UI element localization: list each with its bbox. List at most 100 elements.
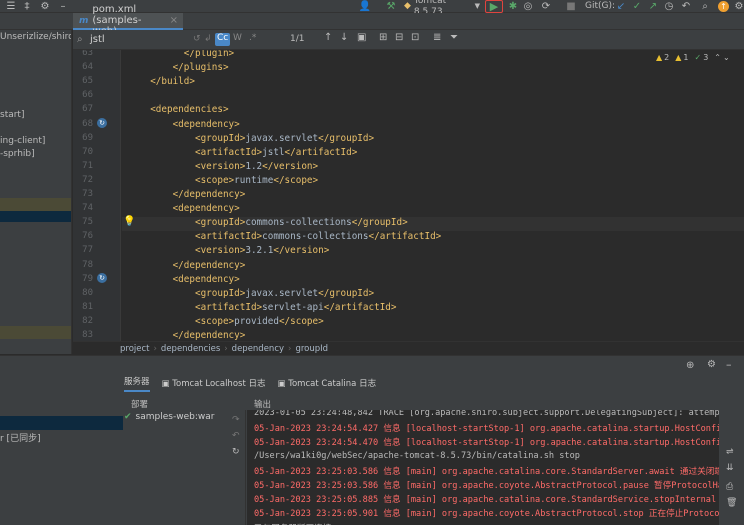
list-item[interactable]: start] bbox=[0, 110, 24, 120]
lightbulb-icon[interactable]: 💡 bbox=[123, 216, 135, 227]
breadcrumb-item[interactable]: dependency bbox=[232, 344, 284, 354]
select-all-icon[interactable]: ▣ bbox=[357, 32, 366, 43]
line-number: 79 bbox=[82, 273, 93, 284]
code-line[interactable]: </plugin> bbox=[139, 50, 234, 59]
user-icon[interactable]: 👤 bbox=[358, 1, 372, 12]
code-line[interactable]: <scope>provided</scope> bbox=[139, 316, 324, 327]
undeploy-icon[interactable]: ↶ bbox=[232, 431, 240, 441]
maven-gutter-icon[interactable]: ↻ bbox=[97, 118, 107, 128]
tab-pom-xml[interactable]: m pom.xml (samples-web) × bbox=[73, 4, 183, 37]
code-line[interactable]: <artifactId>commons-collections</artifac… bbox=[139, 231, 441, 242]
tab-tomcat-localhost[interactable]: ▣ Tomcat Localhost 日志 bbox=[162, 377, 266, 389]
add-occurrence-icon[interactable]: ⊞ bbox=[379, 32, 387, 43]
code-line[interactable]: <groupId>javax.servlet</groupId> bbox=[139, 133, 374, 144]
rollback-icon[interactable]: ↶ bbox=[681, 1, 691, 12]
filter-icon[interactable]: ⏷ bbox=[450, 32, 458, 43]
log-icon: ▣ bbox=[161, 379, 173, 389]
debug-icon[interactable]: ✱ bbox=[508, 1, 518, 12]
print-icon[interactable]: ⎙ bbox=[726, 482, 733, 492]
clear-icon[interactable]: ↲ bbox=[204, 34, 212, 44]
coverage-icon[interactable]: ◎ bbox=[523, 1, 533, 12]
list-item[interactable]: ing-client] bbox=[0, 136, 45, 146]
wrap-icon[interactable]: ⇌ bbox=[726, 447, 734, 457]
history-icon[interactable]: ◷ bbox=[664, 1, 674, 12]
weak-warning-count: 1 bbox=[683, 53, 689, 62]
code-line[interactable]: <groupId>commons-collections</groupId> bbox=[139, 217, 408, 228]
search-icon: ⌕ bbox=[77, 34, 83, 45]
settings-icon[interactable]: ⚙ bbox=[734, 1, 744, 12]
code-line[interactable]: <scope>runtime</scope> bbox=[139, 175, 318, 186]
search-icon[interactable]: ⌕ bbox=[700, 1, 710, 12]
code-line[interactable]: <version>3.2.1</version> bbox=[139, 245, 329, 256]
code-line[interactable]: <artifactId>jstl</artifactId> bbox=[139, 147, 357, 158]
git-commit-icon[interactable]: ✓ bbox=[632, 1, 642, 12]
minimize-icon[interactable]: – bbox=[726, 358, 732, 371]
profile-icon[interactable]: ⟳ bbox=[539, 1, 553, 12]
project-path: Unserizlize/shiro bbox=[0, 32, 72, 42]
code-line[interactable]: <version>1.2</version> bbox=[139, 161, 318, 172]
up-icon: ⌃ bbox=[714, 53, 721, 62]
stop-icon[interactable]: ■ bbox=[566, 1, 576, 12]
code-editor[interactable]: 63 </plugin> 64 </plugins> 65 </build> 66 67… bbox=[73, 50, 744, 341]
tab-tomcat-catalina[interactable]: ▣ Tomcat Catalina 日志 bbox=[277, 377, 376, 389]
refresh-icon[interactable]: ↻ bbox=[232, 447, 240, 457]
code-line[interactable]: </plugins> bbox=[139, 62, 229, 73]
run-config-selector[interactable]: ◆ Tomcat 8.5.73 ▼ bbox=[404, 0, 480, 17]
selected-row[interactable] bbox=[0, 416, 123, 430]
scroll-to-end-icon[interactable]: ⇊ bbox=[726, 463, 734, 473]
hide-icon[interactable]: – bbox=[58, 1, 68, 12]
search-input[interactable]: jstl bbox=[90, 34, 105, 45]
code-line[interactable]: </dependency> bbox=[139, 189, 246, 200]
remove-occurrence-icon[interactable]: ⊟ bbox=[395, 32, 403, 43]
run-button[interactable]: ▶ bbox=[485, 0, 503, 13]
gear-icon[interactable]: ⚙ bbox=[707, 359, 716, 370]
code-line[interactable]: </dependency> bbox=[139, 260, 246, 271]
git-update-icon[interactable]: ↙ bbox=[616, 1, 626, 12]
previous-match-icon[interactable]: ↑ bbox=[324, 32, 332, 43]
history-icon[interactable]: ↺ bbox=[193, 34, 201, 44]
select-occurrences-icon[interactable]: ⊡ bbox=[411, 32, 419, 43]
list-item[interactable]: ✔ samples-web:war bbox=[124, 412, 214, 422]
weak-warning-icon: ▲ bbox=[675, 53, 682, 62]
gear-icon[interactable]: ⚙ bbox=[40, 1, 50, 12]
code-line[interactable]: <dependency> bbox=[139, 119, 240, 130]
code-line[interactable]: </build> bbox=[139, 76, 195, 87]
code-line[interactable]: <dependencies> bbox=[139, 104, 228, 115]
code-line[interactable]: <artifactId>servlet-api</artifactId> bbox=[139, 302, 397, 313]
breadcrumb-item[interactable]: dependencies bbox=[161, 344, 220, 354]
close-icon[interactable]: × bbox=[170, 15, 178, 26]
line-number: 68 bbox=[82, 118, 93, 129]
update-icon[interactable]: ↑ bbox=[718, 1, 729, 12]
hammer-icon[interactable]: ⚒ bbox=[385, 1, 397, 12]
selected-row[interactable] bbox=[0, 211, 71, 222]
match-case-toggle[interactable]: Cc bbox=[215, 33, 231, 46]
log-icon: ▣ bbox=[277, 379, 289, 389]
inspection-widget[interactable]: ▲ 2 ▲ 1 ✓ 3 ⌃ ⌄ bbox=[656, 53, 730, 62]
options-icon[interactable]: ≣ bbox=[433, 32, 441, 43]
log-line: 05-Jan-2023 23:24:54.470 信息 [localhost-s… bbox=[254, 438, 719, 449]
tab-server[interactable]: 服务器 bbox=[124, 375, 150, 392]
code-line[interactable]: <dependency> bbox=[139, 274, 240, 285]
list-item[interactable]: -sprhib] bbox=[0, 149, 35, 159]
collapse-icon[interactable]: ☰ bbox=[5, 1, 17, 12]
words-toggle[interactable]: W bbox=[233, 33, 242, 43]
regex-toggle[interactable]: .* bbox=[249, 33, 256, 43]
highlighted-row[interactable] bbox=[0, 326, 71, 339]
expand-icon[interactable]: ‡ bbox=[22, 1, 32, 12]
console-output[interactable]: 2023-01-05 23:24:48,842 TRACE [org.apach… bbox=[247, 410, 719, 525]
chevron-down-icon: ▼ bbox=[474, 2, 480, 10]
maven-gutter-icon[interactable]: ↻ bbox=[97, 273, 107, 283]
console-toolbar: ⇌ ⇊ ⎙ 🗑 bbox=[719, 410, 744, 525]
breadcrumb-item[interactable]: groupId bbox=[295, 344, 328, 354]
code-line[interactable]: </dependency> bbox=[139, 330, 246, 341]
git-push-icon[interactable]: ↗ bbox=[648, 1, 658, 12]
highlighted-row[interactable] bbox=[0, 198, 71, 211]
next-match-icon[interactable]: ↓ bbox=[340, 32, 348, 43]
redeploy-icon[interactable]: ↷ bbox=[232, 415, 240, 425]
code-line[interactable]: <groupId>javax.servlet</groupId> bbox=[139, 288, 374, 299]
globe-icon[interactable]: ⊕ bbox=[686, 360, 694, 371]
line-number: 67 bbox=[82, 104, 93, 115]
code-line[interactable]: <dependency> bbox=[139, 203, 240, 214]
breadcrumb-item[interactable]: project bbox=[120, 344, 150, 354]
trash-icon[interactable]: 🗑 bbox=[726, 498, 737, 508]
